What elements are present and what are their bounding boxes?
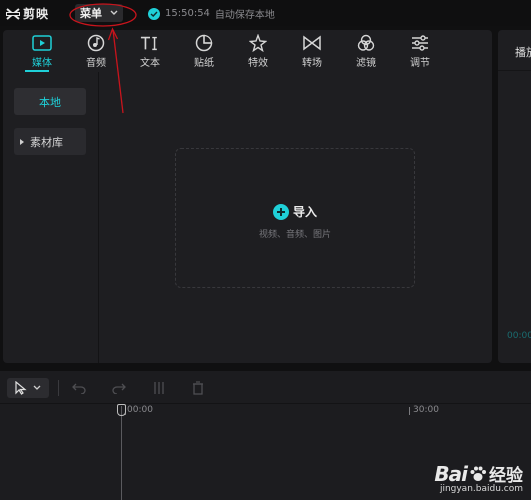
tab-label: 调节	[410, 58, 430, 69]
capcut-logo-icon	[6, 7, 20, 20]
tab-adjust[interactable]: 调节	[393, 30, 447, 72]
autosave-time: 15:50:54	[165, 8, 210, 19]
adjust-icon	[410, 34, 430, 52]
player-time: 00:00	[507, 331, 531, 341]
import-dropzone[interactable]: 导入 视频、音频、图片	[175, 148, 415, 288]
playhead-line[interactable]	[121, 406, 122, 500]
app-logo: 剪映	[6, 5, 49, 22]
sidebar-item-library[interactable]: 素材库	[14, 128, 86, 155]
menu-button[interactable]: 菜单	[75, 4, 123, 22]
tick-mark	[409, 407, 410, 415]
paw-icon	[470, 466, 486, 481]
playhead-handle[interactable]	[117, 404, 126, 416]
undo-button[interactable]	[70, 378, 88, 398]
autosave-status: 15:50:54 自动保存本地	[148, 6, 275, 21]
expand-arrow-icon	[20, 138, 24, 145]
check-circle-icon	[148, 7, 160, 20]
timeline-ruler[interactable]: 00:00 30:00	[0, 405, 531, 419]
chevron-down-icon	[110, 10, 118, 15]
tab-label: 转场	[302, 58, 322, 69]
top-bar: 剪映 菜单 15:50:54 自动保存本地	[0, 0, 531, 26]
media-sidebar: 本地 素材库	[3, 72, 99, 363]
filter-icon	[356, 34, 376, 52]
delete-button[interactable]	[189, 378, 207, 398]
split-icon	[154, 382, 164, 394]
media-panel: 媒体 音频 文本 贴纸 特效 转场 滤镜 调节 本地 素材库 导入 视频、音频、…	[3, 30, 492, 363]
tab-text[interactable]: 文本	[123, 30, 177, 72]
watermark-logo: Bai 经验	[434, 461, 523, 487]
split-button[interactable]	[150, 378, 168, 398]
watermark-url: jingyan.baidu.com	[439, 484, 523, 494]
menu-label: 菜单	[80, 7, 102, 20]
tab-label: 媒体	[32, 58, 52, 69]
timeline-toolbar	[0, 371, 531, 404]
tab-transition[interactable]: 转场	[285, 30, 339, 72]
tab-sticker[interactable]: 贴纸	[177, 30, 231, 72]
tick-label: 00:00	[127, 405, 153, 415]
tick-label: 30:00	[413, 405, 439, 415]
player-divider	[498, 70, 531, 71]
transition-icon	[302, 34, 322, 52]
delete-icon	[193, 381, 203, 395]
sidebar-item-label: 本地	[39, 95, 61, 109]
sticker-icon	[194, 34, 214, 52]
media-icon	[32, 34, 52, 52]
import-button[interactable]: 导入	[176, 203, 414, 220]
chevron-down-icon	[33, 385, 41, 390]
player-title: 播放器	[515, 46, 531, 59]
cursor-icon	[15, 381, 27, 395]
text-icon	[140, 34, 160, 52]
effects-icon	[248, 34, 268, 52]
watermark-suffix: 经验	[489, 466, 523, 486]
tab-effects[interactable]: 特效	[231, 30, 285, 72]
toolbar-divider	[58, 380, 59, 396]
sidebar-item-label: 素材库	[30, 135, 63, 149]
tab-label: 贴纸	[194, 58, 214, 69]
select-tool-button[interactable]	[7, 378, 49, 398]
sidebar-item-local[interactable]: 本地	[14, 88, 86, 115]
undo-icon	[72, 383, 86, 394]
media-tabs: 媒体 音频 文本 贴纸 特效 转场 滤镜 调节	[3, 30, 492, 72]
plus-icon	[272, 203, 289, 220]
tab-label: 特效	[248, 58, 268, 69]
watermark-brand: Bai	[434, 461, 468, 486]
audio-icon	[86, 34, 106, 52]
tab-label: 滤镜	[356, 58, 376, 69]
tab-media[interactable]: 媒体	[15, 30, 69, 72]
autosave-text: 自动保存本地	[214, 10, 275, 21]
import-label: 导入	[292, 205, 317, 219]
tab-label: 音频	[86, 58, 106, 69]
tab-label: 文本	[140, 58, 160, 69]
app-name: 剪映	[23, 7, 50, 21]
import-hint: 视频、音频、图片	[258, 230, 331, 240]
redo-icon	[112, 383, 126, 394]
baidu-watermark: Bai 经验 jingyan.baidu.com	[434, 461, 523, 495]
app-window: 剪映 菜单 15:50:54 自动保存本地 媒体 音频 文本 贴纸 特效 转场 …	[0, 0, 531, 500]
redo-button[interactable]	[110, 378, 128, 398]
player-panel: 播放器 00:00	[498, 30, 531, 363]
tab-filter[interactable]: 滤镜	[339, 30, 393, 72]
tab-audio[interactable]: 音频	[69, 30, 123, 72]
